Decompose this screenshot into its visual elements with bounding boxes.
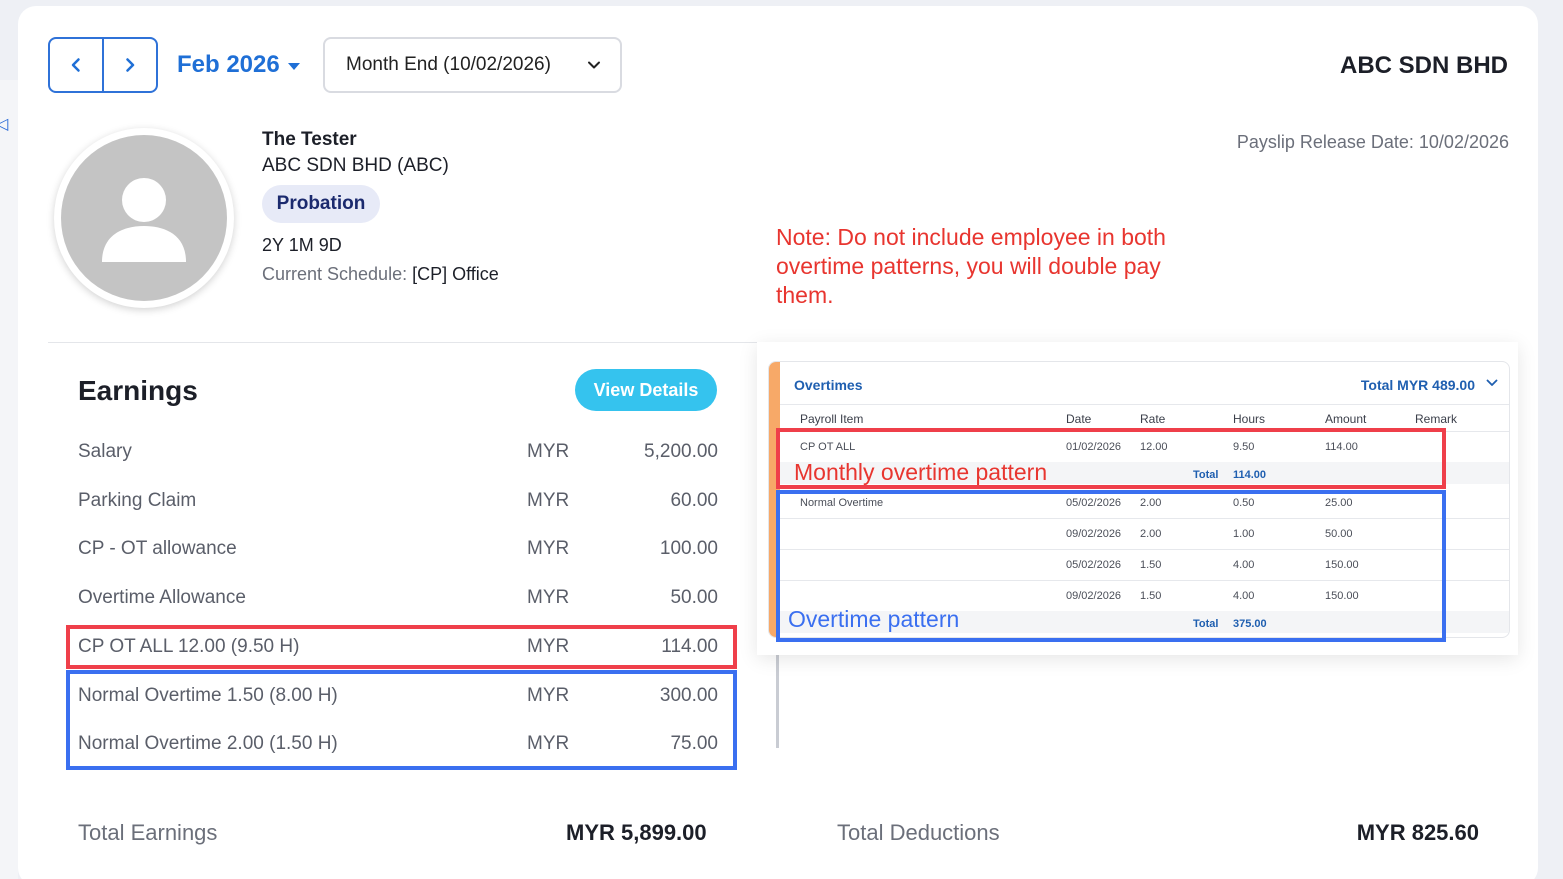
earnings-amount: 5,200.00	[644, 441, 718, 462]
total-deductions-value: MYR 825.60	[1356, 820, 1479, 845]
earnings-row: Overtime Allowance MYR 50.00	[78, 583, 718, 613]
period-select[interactable]: Month End (10/02/2026)	[323, 37, 622, 93]
earnings-label: Salary	[78, 441, 132, 462]
overtimes-total: Total MYR 489.00	[1360, 377, 1475, 393]
overtime-pattern-label: Overtime pattern	[788, 606, 960, 632]
month-picker[interactable]: Feb 2026	[177, 51, 300, 79]
prev-month-button[interactable]	[50, 39, 102, 91]
connector-line	[776, 655, 779, 748]
earnings-currency: MYR	[527, 490, 570, 511]
earnings-row: CP - OT allowance MYR 100.00	[78, 534, 718, 564]
earnings-row: Parking Claim MYR 60.00	[78, 486, 718, 516]
warning-note: Note: Do not include employee in both ov…	[776, 224, 1166, 308]
earnings-amount: 60.00	[670, 490, 718, 511]
earnings-label: Parking Claim	[78, 490, 197, 511]
total-earnings-label: Total Earnings	[78, 820, 218, 845]
collapse-icon[interactable]: ◁	[0, 114, 8, 134]
chevron-left-icon	[71, 58, 80, 72]
overtimes-title: Overtimes	[794, 377, 863, 393]
chevron-down-icon[interactable]	[1485, 376, 1499, 390]
col-remark: Remark	[1415, 412, 1458, 426]
total-deductions-label: Total Deductions	[837, 820, 1000, 845]
company-name: ABC SDN BHD	[1340, 52, 1508, 79]
earnings-amount: 100.00	[659, 538, 718, 559]
col-amount: Amount	[1325, 412, 1367, 426]
earnings-amount: 50.00	[670, 587, 718, 608]
left-sidebar-edge: ◁	[0, 80, 18, 879]
schedule-value: [CP] Office	[412, 264, 499, 284]
employee-name: The Tester	[262, 129, 357, 150]
schedule-label: Current Schedule:	[262, 264, 408, 284]
release-date: Payslip Release Date: 10/02/2026	[1236, 132, 1509, 152]
employee-tenure: 2Y 1M 9D	[262, 235, 342, 255]
current-schedule: Current Schedule: [CP] Office	[262, 264, 499, 285]
earnings-currency: MYR	[527, 587, 570, 608]
earnings-label: Overtime Allowance	[78, 587, 246, 608]
month-label: Feb 2026	[177, 51, 280, 78]
col-hours: Hours	[1233, 412, 1266, 426]
highlight-normal-ot-rows	[66, 670, 737, 770]
earnings-label: CP - OT allowance	[78, 538, 237, 559]
user-icon	[102, 178, 186, 262]
col-payroll-item: Payroll Item	[800, 412, 864, 426]
highlight-monthly-ot-row	[66, 625, 737, 669]
chevron-down-icon	[588, 61, 600, 69]
next-month-button[interactable]	[102, 39, 156, 91]
earnings-currency: MYR	[527, 441, 570, 462]
divider	[780, 404, 1509, 405]
month-nav	[48, 37, 158, 93]
employee-company: ABC SDN BHD (ABC)	[262, 155, 449, 176]
earnings-title: Earnings	[78, 375, 198, 406]
col-date: Date	[1066, 412, 1092, 426]
chevron-right-icon	[126, 58, 135, 72]
divider	[48, 342, 758, 343]
total-earnings-value: MYR 5,899.00	[566, 820, 707, 845]
avatar	[54, 128, 234, 308]
caret-down-icon	[287, 63, 300, 70]
col-rate: Rate	[1140, 412, 1166, 426]
earnings-currency: MYR	[527, 538, 570, 559]
view-details-button[interactable]: View Details	[575, 369, 717, 411]
earnings-row: Salary MYR 5,200.00	[78, 437, 718, 467]
period-value: Month End (10/02/2026)	[346, 54, 551, 75]
status-badge: Probation	[262, 185, 380, 223]
monthly-pattern-label: Monthly overtime pattern	[794, 459, 1048, 485]
